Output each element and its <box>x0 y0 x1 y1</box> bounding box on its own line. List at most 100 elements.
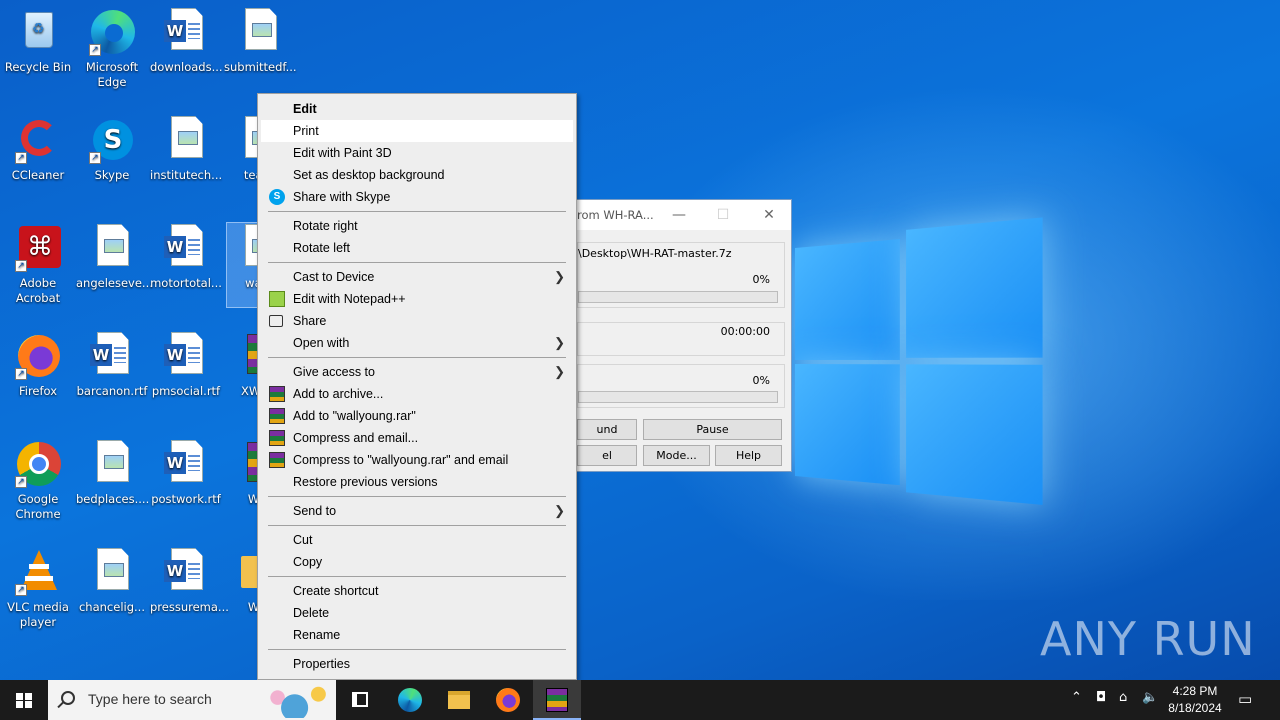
menu-item-share[interactable]: Share <box>261 310 573 332</box>
desktop-icon-institutech[interactable]: institutech... <box>148 110 224 183</box>
menu-item-copy[interactable]: Copy <box>261 551 573 573</box>
menu-item-label: Give access to <box>293 365 375 379</box>
desktop-icon-skype[interactable]: S ↗ Skype <box>74 110 150 183</box>
clock-time: 4:28 PM <box>1172 684 1218 698</box>
desktop-icon-angeleseve[interactable]: angeleseve... <box>74 218 153 291</box>
menu-separator <box>268 262 566 263</box>
close-icon[interactable]: ✕ <box>747 200 791 230</box>
desktop-icon-label: submittedf... <box>224 60 297 74</box>
desktop[interactable]: ♻ Recycle Bin ↗ CCleaner ⌘ ↗ Adobe Acrob… <box>0 0 1280 680</box>
desktop-icon-pmsocial[interactable]: W pmsocial.rtf <box>148 326 224 399</box>
menu-item-delete[interactable]: Delete <box>261 602 573 624</box>
elapsed-time: 00:00:00 <box>720 325 770 338</box>
menu-item-print[interactable]: Print <box>261 120 573 142</box>
menu-item-cast-to-device[interactable]: Cast to Device ❯ <box>261 266 573 288</box>
background-button[interactable]: und <box>577 419 637 440</box>
menu-separator <box>268 649 566 650</box>
menu-item-compress-to-rar-and-email[interactable]: Compress to "wallyoung.rar" and email <box>261 449 573 471</box>
cancel-button[interactable]: el <box>577 445 637 466</box>
context-menu[interactable]: Edit Print Edit with Paint 3D Set as des… <box>257 93 577 680</box>
chevron-right-icon: ❯ <box>554 335 565 350</box>
menu-item-rotate-right[interactable]: Rotate right <box>261 215 573 237</box>
menu-item-label: Send to <box>293 504 337 518</box>
winrar-icon <box>269 386 285 402</box>
menu-item-rotate-left[interactable]: Rotate left <box>261 237 573 259</box>
start-button[interactable] <box>0 680 48 720</box>
desktop-icon-label: bedplaces.... <box>76 492 150 506</box>
desktop-icon-label: barcanon.rtf <box>76 384 148 398</box>
taskbar-winrar-button[interactable] <box>533 680 581 720</box>
menu-item-rename[interactable]: Rename <box>261 624 573 646</box>
menu-item-open-with[interactable]: Open with ❯ <box>261 332 573 354</box>
desktop-icon-adobe-acrobat[interactable]: ⌘ ↗ Adobe Acrobat <box>0 218 76 306</box>
help-button[interactable]: Help <box>715 445 782 466</box>
menu-item-send-to[interactable]: Send to ❯ <box>261 500 573 522</box>
taskbar-file-explorer-button[interactable] <box>435 680 483 720</box>
desktop-icon-motortotal[interactable]: W motortotal... <box>148 218 224 291</box>
desktop-icon-submittedf[interactable]: submittedf... <box>222 2 298 75</box>
desktop-icon-label: institutech... <box>150 168 223 182</box>
chevron-right-icon: ❯ <box>554 503 565 518</box>
desktop-icon-label: Adobe Acrobat <box>15 276 61 305</box>
desktop-icon-pressurema[interactable]: W pressurema... <box>148 542 229 615</box>
desktop-icon-ccleaner[interactable]: ↗ CCleaner <box>0 110 76 183</box>
menu-item-edit-paint-3d[interactable]: Edit with Paint 3D <box>261 142 573 164</box>
word-doc-icon: W <box>163 224 209 272</box>
folder-icon <box>448 691 470 709</box>
pause-button[interactable]: Pause <box>643 419 782 440</box>
desktop-icon-label: Firefox <box>18 384 58 398</box>
dialog-title-bar[interactable]: rom WH-RA... — ☐ ✕ <box>557 200 791 230</box>
progress-bar-2 <box>578 391 778 403</box>
progress-group-2: 0% <box>577 364 785 408</box>
taskbar-firefox-button[interactable] <box>484 680 532 720</box>
word-doc-icon: W <box>89 332 135 380</box>
desktop-icon-recycle-bin[interactable]: ♻ Recycle Bin <box>0 2 76 75</box>
menu-item-label: Set as desktop background <box>293 168 445 182</box>
firefox-icon: ↗ <box>15 332 61 380</box>
menu-item-label: Rename <box>293 628 341 642</box>
desktop-icon-label: VLC media player <box>7 600 69 629</box>
clock[interactable]: 4:28 PM 8/18/2024 <box>1160 683 1230 717</box>
mode-button[interactable]: Mode... <box>643 445 710 466</box>
extraction-dialog[interactable]: rom WH-RA... — ☐ ✕ \Desktop\WH-RAT-maste… <box>556 199 792 472</box>
network-icon[interactable]: ⌂ <box>1119 690 1127 705</box>
volume-icon[interactable]: 🔈 <box>1142 690 1158 705</box>
search-icon <box>61 691 75 705</box>
dialog-title: rom WH-RA... <box>577 208 654 222</box>
edge-icon: ↗ <box>89 8 135 56</box>
notification-icon[interactable]: ▭ <box>1238 690 1252 708</box>
search-box[interactable]: Type here to search <box>48 680 336 720</box>
anyrun-watermark: ANY RUN <box>1040 612 1256 666</box>
menu-item-cut[interactable]: Cut <box>261 529 573 551</box>
desktop-icon-chancelig[interactable]: chancelig... <box>74 542 150 615</box>
menu-item-create-shortcut[interactable]: Create shortcut <box>261 580 573 602</box>
menu-item-set-desktop-background[interactable]: Set as desktop background <box>261 164 573 186</box>
desktop-icon-vlc[interactable]: ↗ VLC media player <box>0 542 76 630</box>
desktop-icon-downloads[interactable]: W downloads... <box>148 2 224 75</box>
menu-item-properties[interactable]: Properties <box>261 653 573 675</box>
desktop-icon-postwork[interactable]: W postwork.rtf <box>148 434 224 507</box>
menu-item-share-skype[interactable]: S Share with Skype <box>261 186 573 208</box>
menu-item-add-to-wallyoung-rar[interactable]: Add to "wallyoung.rar" <box>261 405 573 427</box>
desktop-icon-label: Recycle Bin <box>4 60 72 74</box>
chevron-up-icon[interactable]: ⌃ <box>1071 690 1082 705</box>
minimize-icon[interactable]: — <box>657 200 701 230</box>
desktop-icon-microsoft-edge[interactable]: ↗ Microsoft Edge <box>74 2 150 90</box>
menu-item-compress-and-email[interactable]: Compress and email... <box>261 427 573 449</box>
desktop-icon-label: CCleaner <box>11 168 65 182</box>
progress-group-1: \Desktop\WH-RAT-master.7z 0% <box>577 242 785 308</box>
taskbar-edge-button[interactable] <box>386 680 434 720</box>
desktop-icon-barcanon[interactable]: W barcanon.rtf <box>74 326 150 399</box>
desktop-icon-firefox[interactable]: ↗ Firefox <box>0 326 76 399</box>
desktop-icon-google-chrome[interactable]: ↗ Google Chrome <box>0 434 76 522</box>
menu-item-edit[interactable]: Edit <box>261 98 573 120</box>
task-view-button[interactable] <box>336 680 384 720</box>
desktop-icon-label: downloads... <box>150 60 223 74</box>
menu-item-edit-notepad-plus-plus[interactable]: Edit with Notepad++ <box>261 288 573 310</box>
chevron-right-icon: ❯ <box>554 269 565 284</box>
meet-now-icon[interactable]: ◘ <box>1096 690 1106 705</box>
menu-item-restore-previous-versions[interactable]: Restore previous versions <box>261 471 573 493</box>
desktop-icon-bedplaces[interactable]: bedplaces.... <box>74 434 150 507</box>
menu-item-give-access-to[interactable]: Give access to ❯ <box>261 361 573 383</box>
menu-item-add-to-archive[interactable]: Add to archive... <box>261 383 573 405</box>
